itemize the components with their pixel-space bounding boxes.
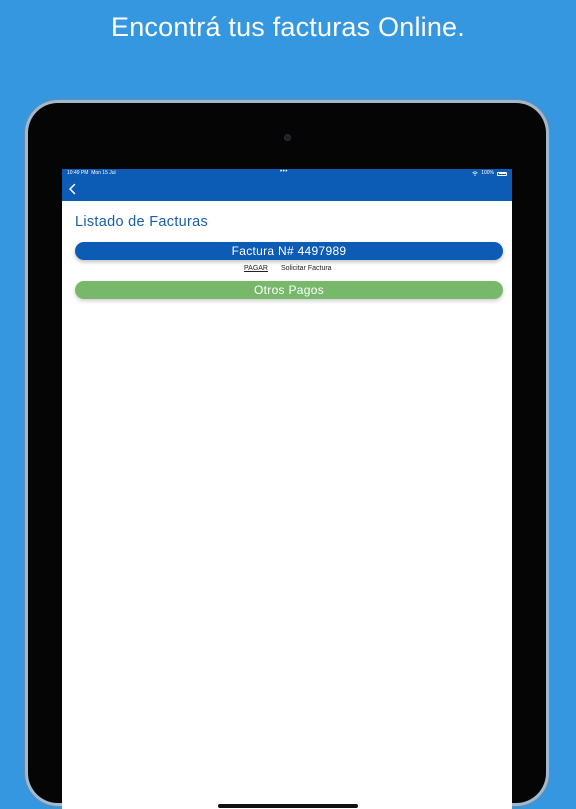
wifi-icon [472,171,478,176]
status-bar: 10:49 PM Mon 15 Jul ••• 100% [62,169,512,178]
multitasking-dots: ••• [280,169,288,175]
app-screen: 10:49 PM Mon 15 Jul ••• 100% Listado de … [62,169,512,809]
page-title: Listado de Facturas [75,214,209,230]
marketing-headline: Encontrá tus facturas Online. [111,12,465,42]
status-indicators: 100% [472,169,507,178]
tablet-frame: 10:49 PM Mon 15 Jul ••• 100% Listado de … [28,103,546,809]
chevron-left-icon[interactable] [65,181,81,197]
other-payments-button[interactable]: Otros Pagos [75,281,503,299]
request-invoice-link[interactable]: Solicitar Factura [281,264,332,274]
invoice-button[interactable]: Factura N# 4497989 [75,242,503,260]
pay-link[interactable]: PAGAR [244,264,268,274]
home-indicator[interactable] [218,804,358,808]
status-date: Mon 15 Jul [91,170,116,176]
status-time: 10:49 PM Mon 15 Jul [67,169,116,178]
status-clock: 10:49 PM [67,170,89,176]
invoice-actions: PAGAR Solicitar Factura [62,264,512,274]
navigation-bar [62,178,512,201]
camera-icon [284,134,291,141]
battery-percent: 100% [481,170,494,176]
battery-icon [497,171,507,176]
